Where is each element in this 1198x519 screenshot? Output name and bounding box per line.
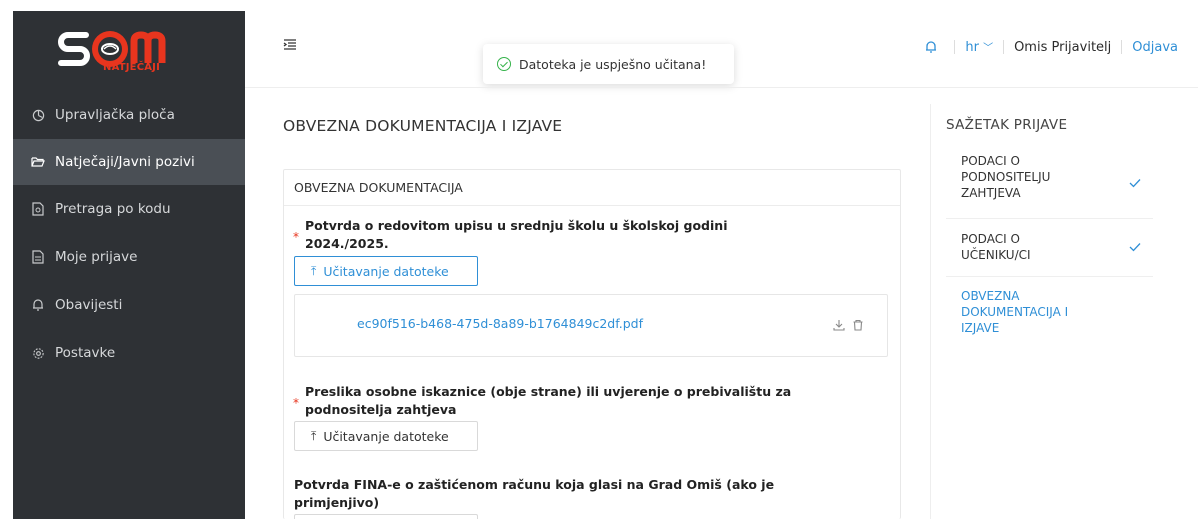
gear-icon	[29, 347, 47, 360]
summary-title: SAŽETAK PRIJAVE	[946, 117, 1068, 133]
sidebar-item-search-by-code[interactable]: Pretraga po kodu	[13, 185, 245, 233]
label-line: Potvrda FINA-e o zaštićenom računu koja …	[294, 477, 775, 492]
chevron-down-icon: ﹀	[983, 43, 994, 54]
label-line: Potvrda o redovitom upisu u srednju škol…	[305, 218, 728, 233]
field-label-school-enrollment: Potvrda o redovitom upisu u srednju škol…	[305, 217, 727, 253]
logo-subtitle: NATJEČAJI	[103, 62, 161, 73]
folder-open-icon	[29, 156, 47, 168]
delete-icon[interactable]	[852, 319, 864, 331]
toast-message: Datoteka je uspješno učitana!	[519, 56, 707, 72]
step-label: OBVEZNA	[961, 289, 1020, 303]
sidebar-item-my-applications[interactable]: Moje prijave	[13, 233, 245, 281]
menu-toggle-icon[interactable]	[283, 38, 297, 52]
divider	[1121, 40, 1123, 54]
sidebar: NATJEČAJI Upravljačka ploča Natječaji/Ja…	[13, 11, 245, 519]
step-label: IZJAVE	[961, 321, 1000, 335]
sidebar-item-label: Moje prijave	[55, 249, 138, 265]
upload-icon: ⤒	[311, 263, 317, 278]
sidebar-item-label: Obavijesti	[55, 297, 123, 313]
language-value: hr	[965, 40, 979, 55]
success-toast: Datoteka je uspješno učitana!	[483, 44, 734, 84]
divider	[1003, 40, 1005, 54]
check-circle-icon	[497, 57, 511, 71]
sidebar-item-label: Upravljačka ploča	[55, 107, 175, 123]
check-icon	[1129, 243, 1141, 252]
sidebar-item-notifications[interactable]: Obavijesti	[13, 281, 245, 329]
uploaded-file-item: ec90f516-b468-475d-8a89-b1764849c2df.pdf	[294, 294, 888, 357]
step-label: PODNOSITELJU	[961, 170, 1051, 184]
logout-link[interactable]: Odjava	[1132, 40, 1178, 55]
field-label-id-card: Preslika osobne iskaznice (obje strane) …	[305, 383, 791, 419]
download-icon[interactable]	[833, 319, 845, 331]
upload-button-id-card[interactable]: ⤒ Učitavanje datoteke	[294, 421, 478, 451]
card-title: OBVEZNA DOKUMENTACIJA	[284, 170, 900, 206]
required-marker: *	[293, 396, 299, 410]
sidebar-item-competitions[interactable]: Natječaji/Javni pozivi	[13, 139, 245, 185]
sidebar-item-label: Natječaji/Javni pozivi	[55, 154, 195, 170]
summary-step-applicant[interactable]: PODACI O PODNOSITELJU ZAHTJEVA	[946, 153, 1153, 219]
sidebar-item-settings[interactable]: Postavke	[13, 329, 245, 377]
summary-step-documentation[interactable]: OBVEZNA DOKUMENTACIJA I IZJAVE	[946, 288, 1153, 348]
file-search-icon	[29, 202, 47, 216]
step-label: PODACI O	[961, 154, 1020, 168]
sidebar-nav: Upravljačka ploča Natječaji/Javni pozivi…	[13, 91, 245, 377]
check-icon	[1129, 179, 1141, 188]
summary-divider	[930, 104, 931, 519]
upload-icon: ⤒	[311, 428, 317, 443]
label-line: podnositelja zahtjeva	[305, 402, 457, 417]
notification-bell-icon[interactable]	[924, 40, 938, 54]
divider	[954, 40, 956, 54]
upload-button-fina-account[interactable]	[294, 514, 478, 519]
label-line: Preslika osobne iskaznice (obje strane) …	[305, 384, 792, 399]
label-line: 2024./2025.	[305, 236, 389, 251]
page-title: OBVEZNA DOKUMENTACIJA I IZJAVE	[283, 117, 563, 135]
bell-icon	[29, 298, 47, 312]
upload-button-label: Učitavanje datoteke	[323, 428, 449, 444]
step-label: UČENIKU/CI	[961, 248, 1031, 262]
som-logo[interactable]	[58, 21, 188, 85]
sidebar-item-label: Postavke	[55, 345, 116, 361]
language-select[interactable]: hr ﹀	[965, 39, 993, 55]
sidebar-item-label: Pretraga po kodu	[55, 201, 171, 217]
label-line: primjenjivo)	[294, 495, 380, 510]
field-label-fina-account: Potvrda FINA-e o zaštićenom računu koja …	[294, 476, 774, 512]
step-label: ZAHTJEVA	[961, 186, 1021, 200]
upload-button-school-enrollment[interactable]: ⤒ Učitavanje datoteke	[294, 256, 478, 286]
upload-button-label: Učitavanje datoteke	[323, 263, 449, 279]
uploaded-file-link[interactable]: ec90f516-b468-475d-8a89-b1764849c2df.pdf	[357, 316, 643, 331]
required-marker: *	[293, 230, 299, 244]
step-label: DOKUMENTACIJA I	[961, 305, 1069, 319]
sidebar-item-dashboard[interactable]: Upravljačka ploča	[13, 91, 245, 139]
summary-step-student[interactable]: PODACI O UČENIKU/CI	[946, 231, 1153, 277]
header-divider	[245, 87, 1198, 88]
header-user-area: hr ﹀ Omis Prijavitelj Odjava	[924, 39, 1178, 55]
document-icon	[29, 250, 47, 264]
dashboard-icon	[29, 109, 47, 122]
user-name: Omis Prijavitelj	[1014, 39, 1112, 55]
step-label: PODACI O	[961, 232, 1020, 246]
